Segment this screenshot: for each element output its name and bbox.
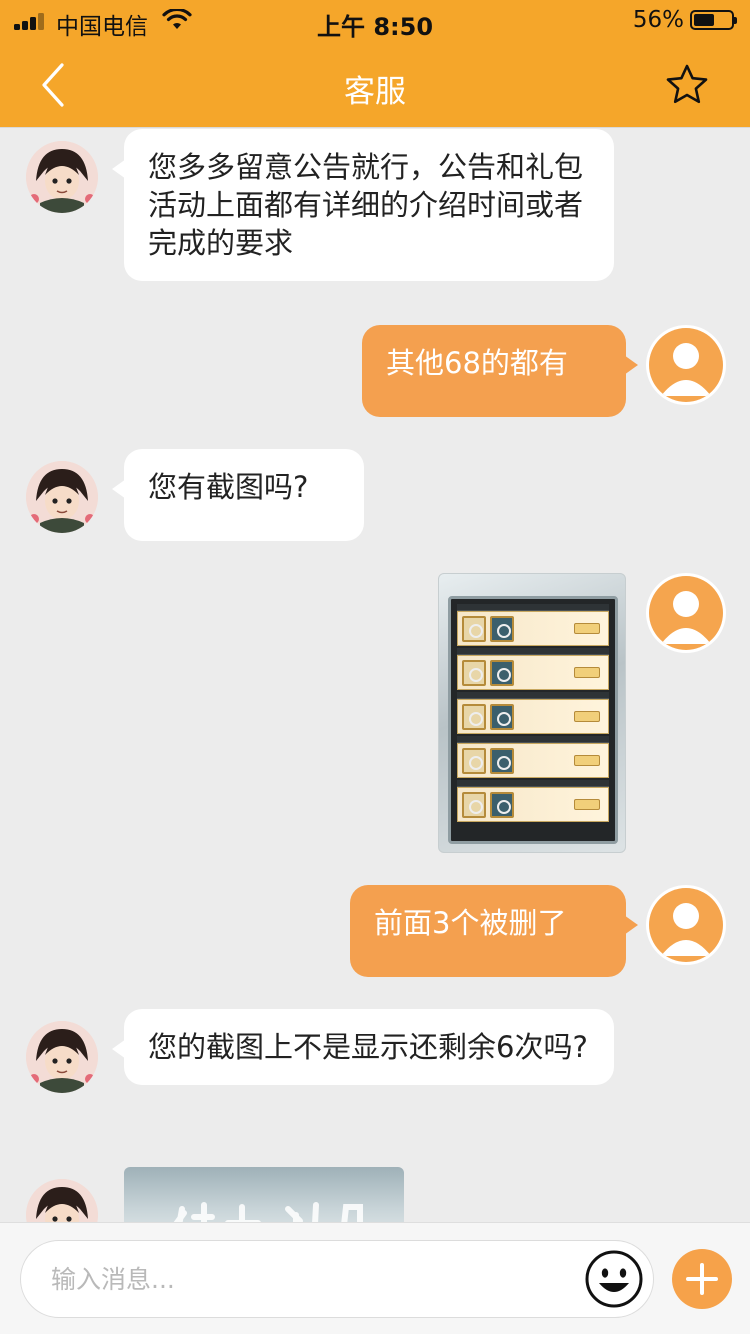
message-bubble-agent: 您多多留意公告就行，公告和礼包活动上面都有详细的介绍时间或者完成的要求 bbox=[112, 129, 614, 281]
message-bubble-agent: 您的截图上不是显示还剩余6次吗? bbox=[112, 1009, 614, 1085]
header: 中国电信 上午 8:50 56% 客服 bbox=[0, 0, 750, 128]
screenshot-row bbox=[457, 736, 609, 778]
screenshot-image[interactable] bbox=[438, 573, 626, 853]
message-bubble-agent: 您有截图吗? bbox=[112, 449, 364, 541]
agent-avatar[interactable] bbox=[26, 1179, 98, 1222]
battery-icon bbox=[690, 10, 737, 30]
plus-button[interactable] bbox=[672, 1249, 732, 1309]
shared-image[interactable] bbox=[124, 1167, 404, 1222]
screenshot-row bbox=[457, 648, 609, 690]
emoji-icon[interactable] bbox=[584, 1249, 644, 1309]
page-title: 客服 bbox=[344, 74, 406, 110]
agent-avatar[interactable] bbox=[26, 461, 98, 533]
message-input[interactable] bbox=[51, 1259, 571, 1299]
agent-avatar-icon bbox=[26, 1179, 98, 1222]
user-avatar-icon bbox=[661, 343, 711, 396]
screenshot-frame bbox=[448, 596, 618, 844]
message-bubble-user: 前面3个被删了 bbox=[350, 885, 638, 977]
screenshot-row bbox=[457, 692, 609, 734]
agent-avatar[interactable] bbox=[26, 1021, 98, 1093]
chat-area[interactable]: 您多多留意公告就行，公告和礼包活动上面都有详细的介绍时间或者完成的要求 其他68… bbox=[0, 129, 750, 1222]
battery-percent: 56% bbox=[632, 7, 684, 33]
status-bar: 中国电信 上午 8:50 56% bbox=[0, 0, 750, 41]
image-artwork bbox=[173, 1202, 363, 1222]
user-avatar-icon bbox=[661, 591, 711, 644]
screenshot-row bbox=[457, 604, 609, 646]
plus-icon bbox=[686, 1263, 718, 1295]
user-avatar[interactable] bbox=[646, 885, 726, 965]
agent-avatar-icon bbox=[26, 1021, 98, 1093]
user-avatar[interactable] bbox=[646, 573, 726, 653]
message-input-box[interactable] bbox=[20, 1240, 654, 1318]
navbar: 客服 bbox=[0, 40, 750, 128]
user-avatar[interactable] bbox=[646, 325, 726, 405]
star-icon[interactable] bbox=[664, 62, 710, 108]
battery-level bbox=[694, 14, 714, 26]
user-avatar-icon bbox=[661, 903, 711, 956]
agent-avatar-icon bbox=[26, 461, 98, 533]
agent-avatar[interactable] bbox=[26, 141, 98, 213]
agent-avatar-icon bbox=[26, 141, 98, 213]
message-bubble-user: 其他68的都有 bbox=[362, 325, 638, 417]
screenshot-row bbox=[457, 780, 609, 822]
